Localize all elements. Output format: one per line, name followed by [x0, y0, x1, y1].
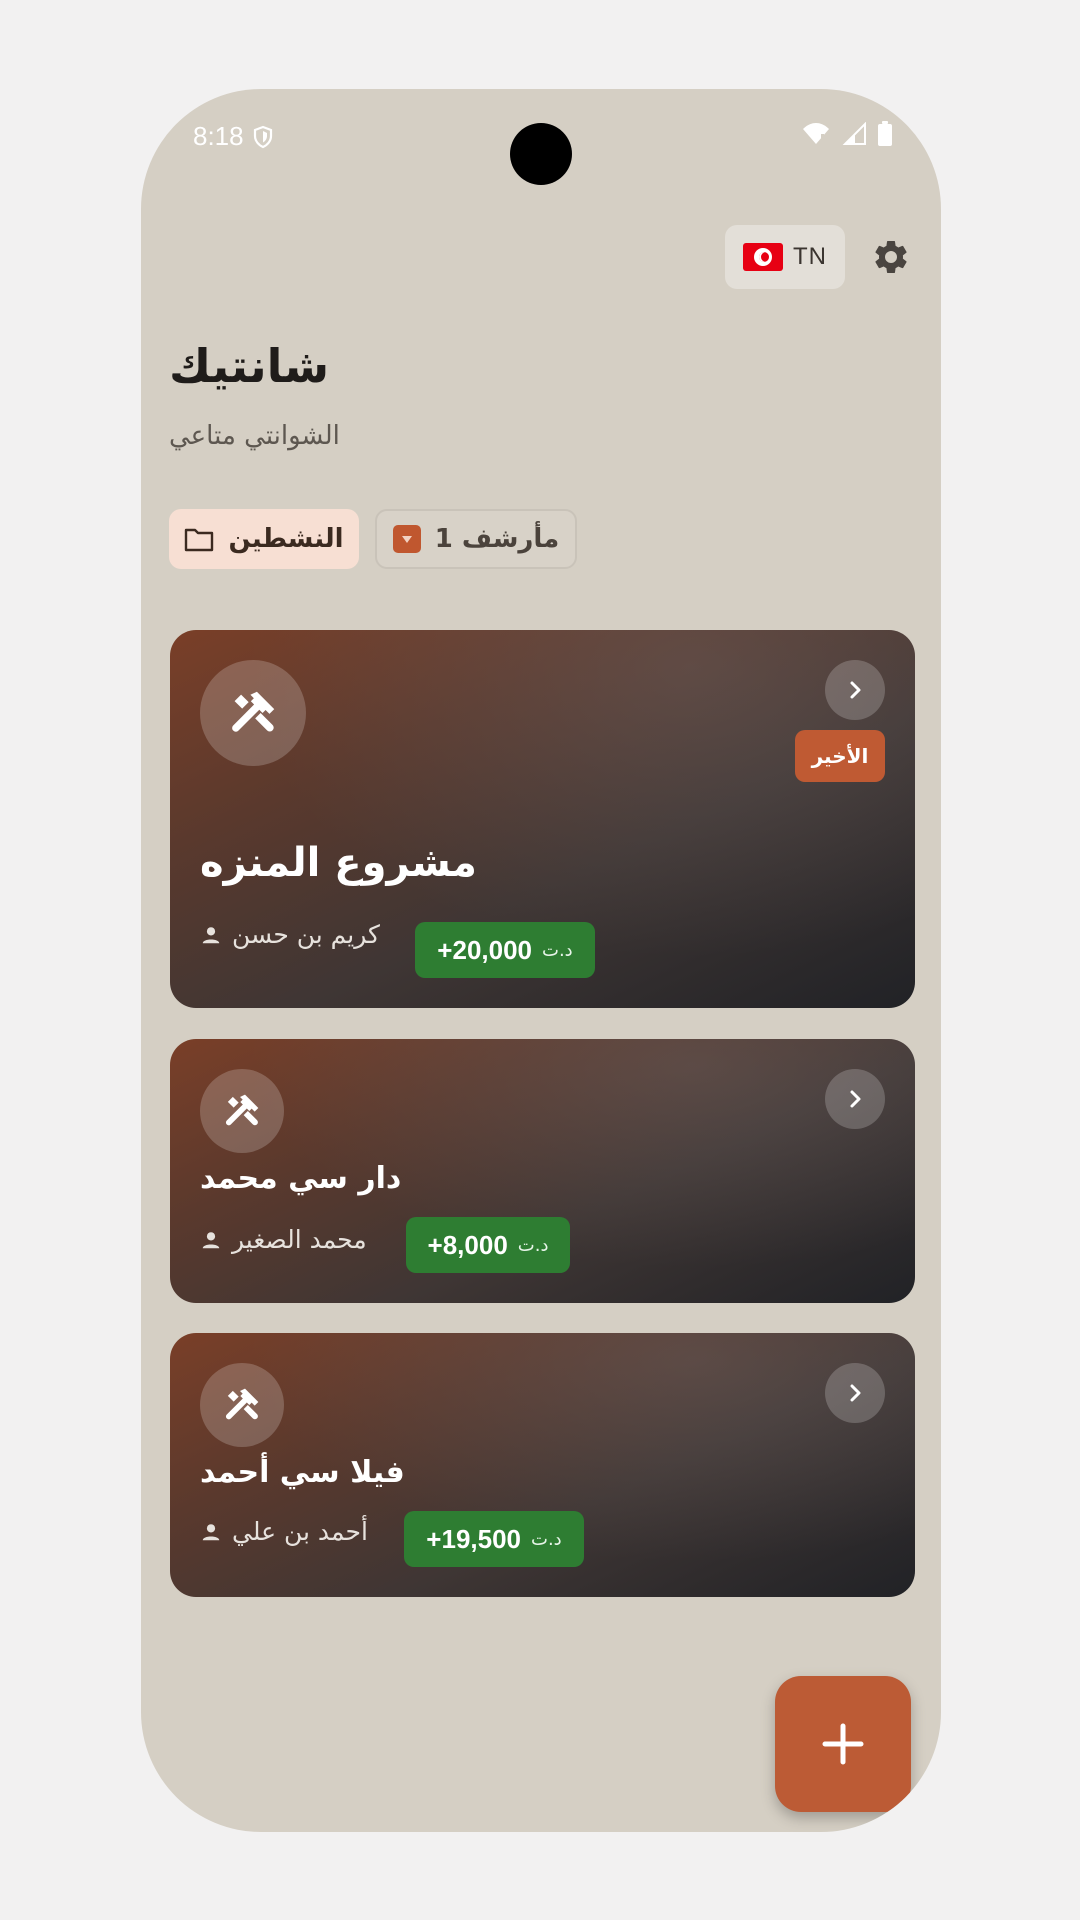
tab-active-label: النشطين	[228, 524, 344, 554]
chevron-right-icon	[850, 681, 861, 699]
currency-label: د.ت	[531, 1528, 562, 1550]
signal-icon	[842, 122, 866, 145]
currency-label: د.ت	[542, 939, 573, 961]
person-icon	[202, 926, 220, 943]
project-owner: أحمد بن علي	[200, 1517, 368, 1546]
currency-label: د.ت	[517, 1234, 549, 1256]
project-card[interactable]: الأخير مشروع المنزه كريم بن حسن +20,000 …	[170, 630, 915, 1008]
status-bar-right	[801, 121, 893, 147]
top-actions: TN	[725, 225, 911, 289]
project-owner: كريم بن حسن	[200, 920, 380, 949]
archive-icon	[392, 525, 421, 553]
tab-archive-label: مأرشف 1	[434, 524, 560, 554]
project-avatar	[200, 1069, 284, 1153]
project-amount-value: +19,500	[426, 1523, 522, 1554]
project-owner: محمد الصغير	[200, 1225, 367, 1254]
plus-icon	[822, 1723, 864, 1765]
language-selector[interactable]: TN	[725, 225, 845, 289]
project-amount-value: +8,000	[427, 1229, 508, 1260]
project-name: مشروع المنزه	[200, 840, 477, 886]
project-owner-name: كريم بن حسن	[232, 920, 380, 949]
battery-icon	[878, 121, 892, 146]
gear-icon[interactable]	[871, 237, 911, 277]
tools-icon	[225, 1388, 259, 1420]
project-card[interactable]: دار سي محمد محمد الصغير +8,000 د.ت	[170, 1039, 915, 1303]
tools-icon	[232, 691, 275, 732]
chevron-right-icon	[850, 1384, 861, 1402]
tools-icon	[225, 1094, 259, 1126]
open-project-button[interactable]	[825, 1363, 885, 1423]
project-name: دار سي محمد	[200, 1161, 402, 1196]
status-time: 8:18	[193, 121, 244, 151]
project-amount: +19,500 د.ت	[404, 1511, 584, 1567]
page-title: شانتيك	[169, 339, 330, 393]
filter-tabs: النشطين مأرشف 1	[169, 509, 577, 569]
person-icon	[202, 1231, 220, 1248]
phone-screen: 8:18 TN شانتيك الشوانتي متاعي النشطين مأ…	[141, 89, 941, 1832]
tab-archived-projects[interactable]: مأرشف 1	[375, 509, 577, 569]
shield-icon	[253, 125, 272, 148]
open-project-button[interactable]	[825, 660, 885, 720]
add-project-button[interactable]	[775, 1676, 911, 1812]
folder-icon	[185, 528, 214, 552]
project-card[interactable]: فيلا سي أحمد أحمد بن علي +19,500 د.ت	[170, 1333, 915, 1597]
camera-cutout	[510, 123, 572, 185]
tab-active-projects[interactable]: النشطين	[169, 509, 359, 569]
wifi-icon	[803, 123, 829, 144]
page-subtitle: الشوانتي متاعي	[169, 421, 340, 451]
latest-badge: الأخير	[795, 730, 885, 782]
project-amount-value: +20,000	[437, 934, 533, 965]
project-avatar	[200, 1363, 284, 1447]
status-bar-left: 8:18	[193, 121, 274, 152]
project-amount: +8,000 د.ت	[406, 1217, 570, 1273]
project-amount: +20,000 د.ت	[415, 922, 595, 978]
person-icon	[202, 1523, 220, 1540]
project-owner-name: أحمد بن علي	[232, 1517, 368, 1546]
open-project-button[interactable]	[825, 1069, 885, 1129]
chevron-right-icon	[850, 1090, 861, 1108]
project-name: فيلا سي أحمد	[200, 1455, 405, 1490]
tunisia-flag-icon	[743, 243, 783, 271]
project-avatar	[200, 660, 306, 766]
project-owner-name: محمد الصغير	[232, 1225, 367, 1254]
language-code: TN	[793, 243, 827, 270]
